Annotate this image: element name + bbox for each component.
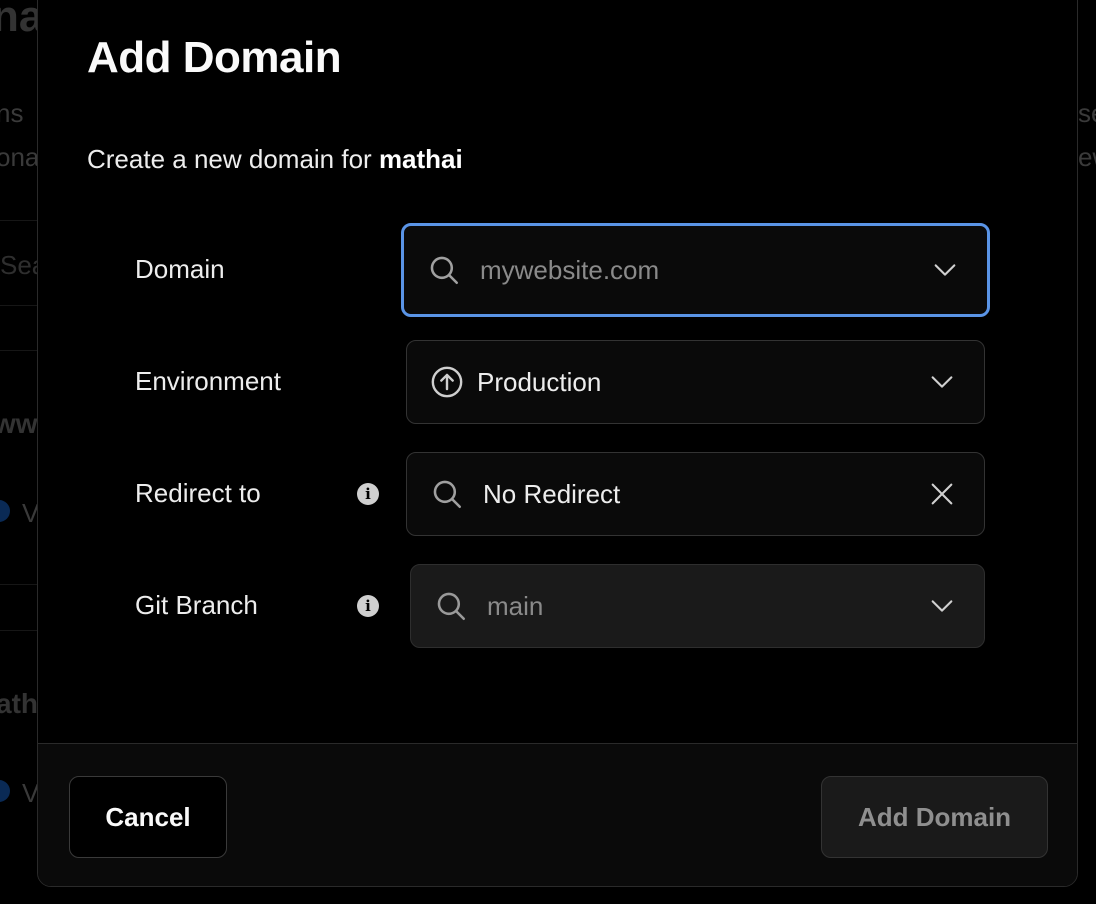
info-icon[interactable]: i: [357, 595, 379, 617]
description-text: Create a new domain for: [87, 144, 379, 174]
add-domain-dialog: Add Domain Create a new domain for matha…: [37, 0, 1078, 887]
background-text-fragment: ns: [0, 98, 24, 128]
domain-label: Domain: [135, 254, 225, 284]
arrow-up-circle-icon: [429, 364, 465, 400]
environment-label: Environment: [135, 366, 281, 396]
chevron-down-icon[interactable]: [926, 590, 958, 622]
background-text-fragment: se: [1078, 98, 1096, 128]
add-domain-button[interactable]: Add Domain: [821, 776, 1048, 858]
background-text-fragment: ww: [0, 408, 38, 439]
background-divider: [0, 350, 37, 351]
chevron-down-icon[interactable]: [929, 254, 961, 286]
environment-select[interactable]: Production: [406, 340, 985, 424]
domain-combobox[interactable]: mywebsite.com: [401, 223, 990, 317]
dialog-footer: Cancel Add Domain: [38, 743, 1077, 886]
redirect-combobox[interactable]: No Redirect: [406, 452, 985, 536]
search-icon: [433, 588, 469, 624]
background-divider: [0, 584, 37, 585]
background-text-fragment: ona: [0, 142, 40, 172]
domain-input[interactable]: mywebsite.com: [480, 255, 929, 286]
close-icon[interactable]: [926, 478, 958, 510]
redirect-label: Redirect to: [135, 478, 261, 508]
project-name: mathai: [378, 144, 463, 174]
background-divider: [0, 220, 37, 221]
cancel-button[interactable]: Cancel: [69, 776, 227, 858]
background-status-dot: [0, 500, 10, 522]
info-icon[interactable]: i: [357, 483, 379, 505]
git-branch-input[interactable]: main: [487, 591, 926, 622]
background-text-fragment: ew: [1078, 142, 1096, 172]
background-divider: [0, 305, 37, 306]
background-status-dot: [0, 780, 10, 802]
chevron-down-icon[interactable]: [926, 366, 958, 398]
redirect-value[interactable]: No Redirect: [483, 479, 926, 510]
search-icon: [429, 476, 465, 512]
git-branch-label: Git Branch: [135, 590, 258, 620]
dialog-title: Add Domain: [87, 33, 342, 82]
background-text-fragment: ath: [0, 688, 38, 719]
dialog-description: Create a new domain for mathai: [87, 144, 463, 175]
environment-value: Production: [477, 366, 602, 397]
git-branch-combobox[interactable]: main: [410, 564, 985, 648]
search-icon: [426, 252, 462, 288]
background-divider: [0, 630, 37, 631]
